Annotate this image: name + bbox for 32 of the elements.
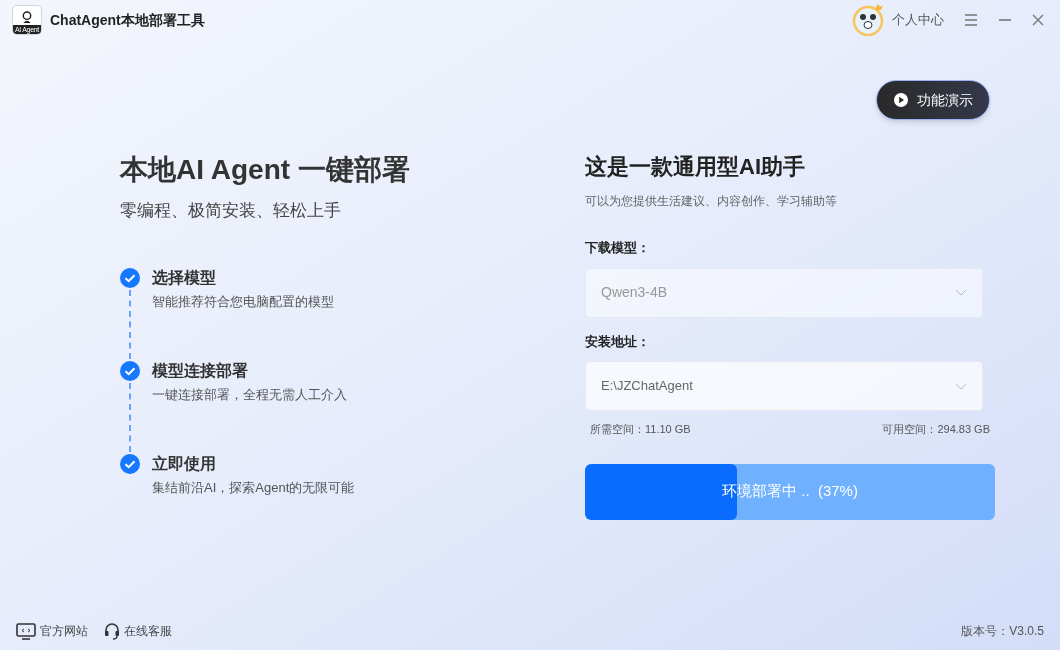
hero-subtitle: 零编程、极简安装、轻松上手 [120,200,342,222]
progress-label: 环境部署中 .. (37%) [721,481,859,502]
headset-icon [104,622,120,640]
available-space: 可用空间：294.83 GB [882,422,990,437]
required-space: 所需空间：11.10 GB [590,422,691,437]
footer-link[interactable]: 官方网站 [16,622,88,640]
monitor-icon [16,622,36,640]
close-icon[interactable] [1032,14,1044,26]
minimize-icon[interactable] [998,19,1012,21]
avatar-icon [852,4,884,36]
model-label: 下载模型： [585,239,651,257]
step-title: 选择模型 [152,267,217,288]
hero-title: 本地AI Agent 一键部署 [120,153,411,187]
step-title: 模型连接部署 [152,360,249,381]
menu-icon[interactable] [964,14,978,26]
footer-link[interactable]: 在线客服 [104,622,172,640]
user-center-link[interactable]: 个人中心 [892,10,944,30]
feature-demo-button[interactable]: 功能演示 [876,80,990,120]
chevron-down-icon [955,289,967,296]
logo-figure-icon [21,11,33,24]
play-icon [893,92,909,108]
chevron-down-icon [955,382,967,390]
install-path-dropdown[interactable]: E:\JZChatAgent [585,361,983,411]
version-label: 版本号：V3.0.5 [961,623,1044,640]
step-description: 集结前沿AI，探索Agent的无限可能 [152,478,355,497]
panel-subtitle: 可以为您提供生活建议、内容创作、学习辅助等 [585,193,838,210]
step-description: 一键连接部署，全程无需人工介入 [152,385,347,404]
panel-title: 这是一款通用型AI助手 [585,153,806,181]
step-title: 立即使用 [152,453,217,474]
step-description: 智能推荐符合您电脑配置的模型 [152,292,334,311]
path-label: 安装地址： [585,332,651,351]
window-title: ChatAgent本地部署工具 [50,10,205,30]
